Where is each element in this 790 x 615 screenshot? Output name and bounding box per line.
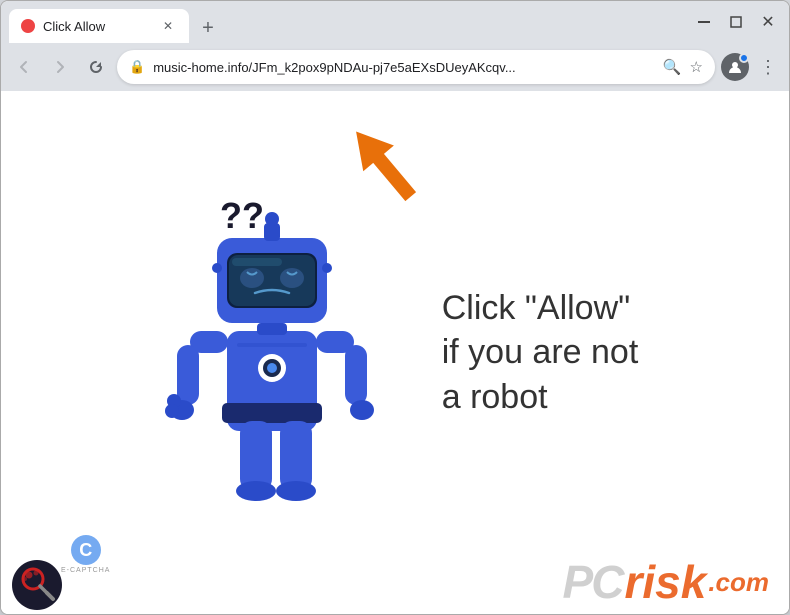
robot-svg: ??	[152, 173, 412, 533]
notification-badge	[739, 53, 749, 63]
ecap-label: E-CAPTCHA	[61, 567, 110, 574]
robot-illustration: ??	[152, 173, 412, 533]
captcha-line1: Click "Allow"	[442, 286, 639, 330]
omnibox[interactable]: 🔒 music-home.info/JFm_k2pox9pNDAu-pj7e5a…	[117, 50, 715, 84]
content-area: ??	[1, 153, 789, 553]
tab-container: Click Allow ✕ +	[9, 1, 223, 43]
pcrisk-pc-text: PC	[563, 555, 623, 609]
search-badge	[11, 559, 61, 609]
captcha-line2: if you are not	[442, 330, 639, 374]
svg-text:??: ??	[220, 195, 264, 236]
navbar: 🔒 music-home.info/JFm_k2pox9pNDAu-pj7e5a…	[1, 43, 789, 91]
ecap-icon: C	[71, 535, 101, 565]
active-tab[interactable]: Click Allow ✕	[9, 9, 189, 43]
captcha-line3: a robot	[442, 375, 639, 419]
back-button[interactable]	[9, 52, 39, 82]
tab-favicon	[21, 19, 35, 33]
browser-window: Click Allow ✕ + ✕ 🔒 music-home.in	[0, 0, 790, 615]
lock-icon: 🔒	[129, 59, 145, 75]
window-controls: ✕	[691, 9, 781, 35]
tab-title: Click Allow	[43, 19, 151, 34]
reload-button[interactable]	[81, 52, 111, 82]
url-text: music-home.info/JFm_k2pox9pNDAu-pj7e5aEX…	[153, 60, 655, 75]
forward-button[interactable]	[45, 52, 75, 82]
captcha-text: Click "Allow" if you are not a robot	[442, 286, 639, 419]
profile-button[interactable]	[721, 53, 749, 81]
pcrisk-risk-text: risk	[624, 555, 706, 609]
page-content: ??	[1, 91, 789, 614]
pcrisk-watermark: PC risk .com	[563, 555, 769, 609]
search-icon[interactable]: 🔍	[663, 58, 682, 76]
titlebar: Click Allow ✕ + ✕	[1, 1, 789, 43]
minimize-button[interactable]	[691, 9, 717, 35]
bookmark-icon[interactable]: ☆	[690, 58, 703, 76]
pcrisk-dotcom-text: .com	[708, 567, 769, 598]
tab-close-button[interactable]: ✕	[159, 17, 177, 35]
new-tab-button[interactable]: +	[193, 13, 223, 43]
ecaptcha-logo: C E-CAPTCHA	[61, 535, 110, 574]
menu-button[interactable]: ⋮	[755, 57, 781, 78]
close-button[interactable]: ✕	[755, 9, 781, 35]
maximize-button[interactable]	[723, 9, 749, 35]
